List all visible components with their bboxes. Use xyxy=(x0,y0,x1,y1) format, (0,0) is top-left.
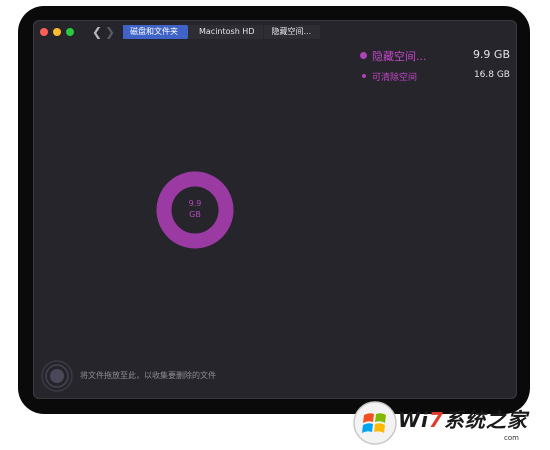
legend-label: 可清除空间 xyxy=(372,73,418,83)
minimize-window-button[interactable] xyxy=(53,28,61,36)
legend-value: 9.9 GB xyxy=(472,48,510,61)
ring-unit: GB xyxy=(189,210,201,219)
legend-item-purgeable-space[interactable]: 可清除空间 16.8 GB xyxy=(358,68,510,88)
app-window: ❮ ❯ 磁盘和文件夹 Macintosh HD 隐藏空间... 隐藏空间... … xyxy=(33,20,517,399)
breadcrumb: 磁盘和文件夹 Macintosh HD 隐藏空间... xyxy=(123,25,321,39)
breadcrumb-hidden-space[interactable]: 隐藏空间... xyxy=(264,25,321,39)
watermark-domain: com xyxy=(504,434,519,442)
legend-dot xyxy=(360,52,367,59)
legend-item-hidden-space[interactable]: 隐藏空间... 9.9 GB xyxy=(358,47,510,67)
site-watermark: Wi7系统之家 com xyxy=(352,400,548,446)
breadcrumb-disks-folders[interactable]: 磁盘和文件夹 xyxy=(123,25,192,39)
ring-center-label: 9.9 GB xyxy=(156,198,234,220)
watermark-brand: Wi7系统之家 xyxy=(398,408,528,432)
zoom-window-button[interactable] xyxy=(66,28,74,36)
legend-value: 16.8 GB xyxy=(473,70,510,80)
windows-logo-icon xyxy=(353,401,397,445)
drop-target-icon[interactable] xyxy=(41,360,73,392)
forward-icon[interactable]: ❯ xyxy=(105,25,115,39)
space-legend: 隐藏空间... 9.9 GB 可清除空间 16.8 GB xyxy=(358,47,510,88)
ring-value: 9.9 xyxy=(188,199,202,208)
close-window-button[interactable] xyxy=(40,28,48,36)
title-bar: ❮ ❯ 磁盘和文件夹 Macintosh HD 隐藏空间... xyxy=(33,20,517,44)
drop-hint: 将文件拖放至此，以收集要删除的文件 xyxy=(80,371,216,380)
legend-label: 隐藏空间... xyxy=(372,50,427,63)
legend-dot xyxy=(362,74,366,78)
breadcrumb-macintosh-hd[interactable]: Macintosh HD xyxy=(188,25,264,39)
back-icon[interactable]: ❮ xyxy=(92,25,102,39)
